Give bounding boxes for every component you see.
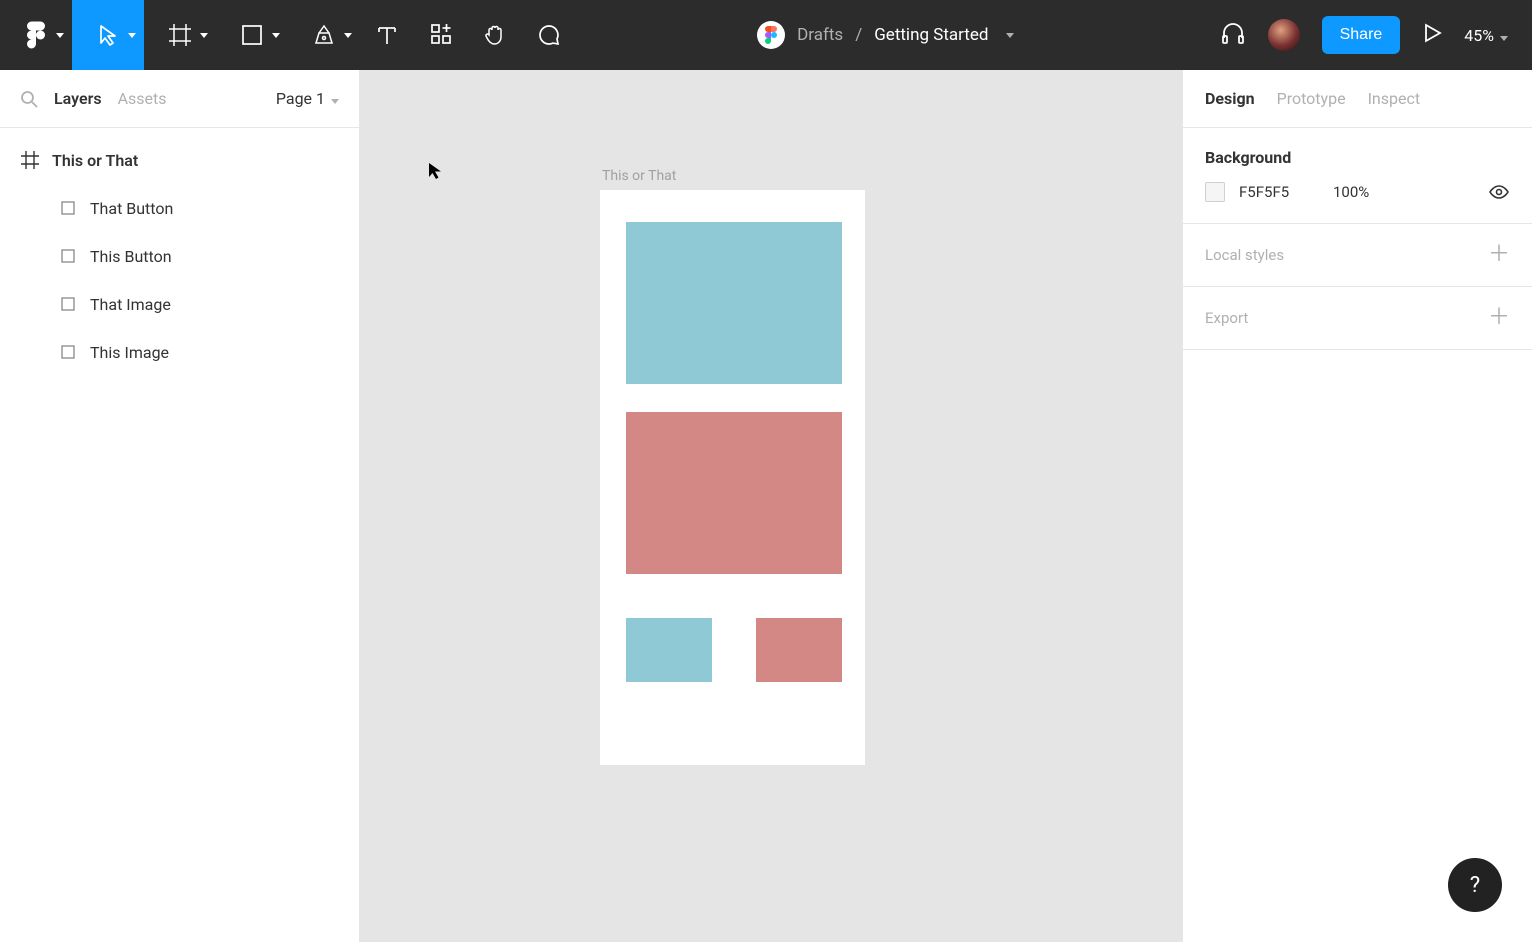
- hand-tool-icon: [483, 23, 507, 47]
- zoom-control[interactable]: 45%: [1464, 26, 1508, 45]
- comment-tool-button[interactable]: [522, 0, 576, 70]
- layer-row[interactable]: That Button: [0, 184, 359, 232]
- assets-tab[interactable]: Assets: [118, 89, 167, 108]
- shape-tool-button[interactable]: [216, 0, 288, 70]
- present-button[interactable]: [1422, 22, 1442, 48]
- breadcrumb-separator: /: [855, 25, 862, 45]
- local-styles-section[interactable]: Local styles ＋: [1183, 224, 1532, 287]
- layer-row[interactable]: This Image: [0, 328, 359, 376]
- prototype-tab[interactable]: Prototype: [1277, 89, 1346, 108]
- add-local-style-icon[interactable]: ＋: [1488, 244, 1510, 266]
- toolbar-center: Drafts / Getting Started: [576, 21, 1196, 49]
- canvas[interactable]: This or That: [360, 70, 1182, 942]
- file-type-badge: [757, 21, 785, 49]
- breadcrumb-folder[interactable]: Drafts: [797, 25, 843, 45]
- help-icon: ?: [1470, 873, 1480, 898]
- layer-label: That Image: [90, 295, 171, 314]
- frame-icon: [20, 150, 40, 170]
- add-export-icon[interactable]: ＋: [1488, 307, 1510, 329]
- canvas-shape-that-image[interactable]: [626, 412, 842, 574]
- left-panel-header: Layers Assets Page 1: [0, 70, 359, 128]
- toolbar-right: Share 45%: [1196, 16, 1532, 54]
- layer-frame-row[interactable]: This or That: [0, 136, 359, 184]
- layer-label: This Image: [90, 343, 169, 362]
- inspect-tab[interactable]: Inspect: [1368, 89, 1421, 108]
- chevron-down-icon: [344, 31, 352, 39]
- layer-frame-label: This or That: [52, 151, 138, 170]
- chevron-down-icon: [56, 31, 64, 39]
- left-panel: Layers Assets Page 1 This or That That B…: [0, 70, 360, 942]
- layer-tree: This or That That Button This Button Tha…: [0, 128, 359, 384]
- rectangle-icon: [58, 294, 78, 314]
- background-opacity[interactable]: 100%: [1333, 183, 1393, 201]
- move-tool-icon: [98, 24, 118, 46]
- background-section: Background F5F5F5 100%: [1183, 128, 1532, 224]
- chevron-down-icon: [128, 31, 136, 39]
- rectangle-tool-icon: [241, 24, 263, 46]
- frame-tool-button[interactable]: [144, 0, 216, 70]
- comment-tool-icon: [537, 23, 561, 47]
- page-label: Page 1: [276, 89, 325, 108]
- page-selector[interactable]: Page 1: [276, 89, 339, 108]
- frame-tool-icon: [168, 23, 192, 47]
- chevron-down-icon: [200, 31, 208, 39]
- rectangle-icon: [58, 198, 78, 218]
- right-panel: Design Prototype Inspect Background F5F5…: [1182, 70, 1532, 942]
- design-tab[interactable]: Design: [1205, 89, 1255, 108]
- text-tool-button[interactable]: [360, 0, 414, 70]
- rectangle-icon: [58, 246, 78, 266]
- background-title: Background: [1205, 148, 1510, 167]
- resources-tool-button[interactable]: [414, 0, 468, 70]
- visibility-toggle-icon[interactable]: [1488, 181, 1510, 203]
- chevron-down-icon: [272, 31, 280, 39]
- main-area: Layers Assets Page 1 This or That That B…: [0, 70, 1532, 942]
- layer-row[interactable]: That Image: [0, 280, 359, 328]
- layer-label: That Button: [90, 199, 173, 218]
- canvas-shape-that-button[interactable]: [756, 618, 842, 682]
- layers-tab[interactable]: Layers: [54, 89, 102, 108]
- figma-logo-icon: [26, 21, 46, 49]
- layer-label: This Button: [90, 247, 172, 266]
- toolbar: Drafts / Getting Started Share 45%: [0, 0, 1532, 70]
- local-styles-label: Local styles: [1205, 246, 1284, 264]
- pen-tool-button[interactable]: [288, 0, 360, 70]
- move-tool-button[interactable]: [72, 0, 144, 70]
- resources-icon: [430, 24, 452, 46]
- share-button[interactable]: Share: [1322, 16, 1401, 54]
- help-button[interactable]: ?: [1448, 858, 1502, 912]
- export-section[interactable]: Export ＋: [1183, 287, 1532, 350]
- layer-row[interactable]: This Button: [0, 232, 359, 280]
- search-icon[interactable]: [20, 90, 38, 108]
- canvas-shape-this-image[interactable]: [626, 222, 842, 384]
- background-swatch[interactable]: [1205, 182, 1225, 202]
- rectangle-icon: [58, 342, 78, 362]
- breadcrumb-file[interactable]: Getting Started: [874, 25, 988, 45]
- background-hex[interactable]: F5F5F5: [1239, 183, 1319, 201]
- chevron-down-icon: [331, 89, 339, 108]
- canvas-shape-this-button[interactable]: [626, 618, 712, 682]
- chevron-down-icon: [1500, 26, 1508, 45]
- toolbar-left: [0, 0, 576, 70]
- hand-tool-button[interactable]: [468, 0, 522, 70]
- text-tool-icon: [376, 24, 398, 46]
- zoom-value: 45%: [1464, 26, 1494, 45]
- file-menu-chevron[interactable]: [1006, 33, 1014, 38]
- canvas-cursor-icon: [428, 162, 442, 184]
- figma-menu-button[interactable]: [0, 0, 72, 70]
- headphones-icon[interactable]: [1220, 20, 1246, 50]
- export-label: Export: [1205, 309, 1248, 327]
- pen-tool-icon: [312, 23, 336, 47]
- user-avatar[interactable]: [1268, 19, 1300, 51]
- canvas-frame-label[interactable]: This or That: [602, 168, 676, 184]
- right-panel-tabs: Design Prototype Inspect: [1183, 70, 1532, 128]
